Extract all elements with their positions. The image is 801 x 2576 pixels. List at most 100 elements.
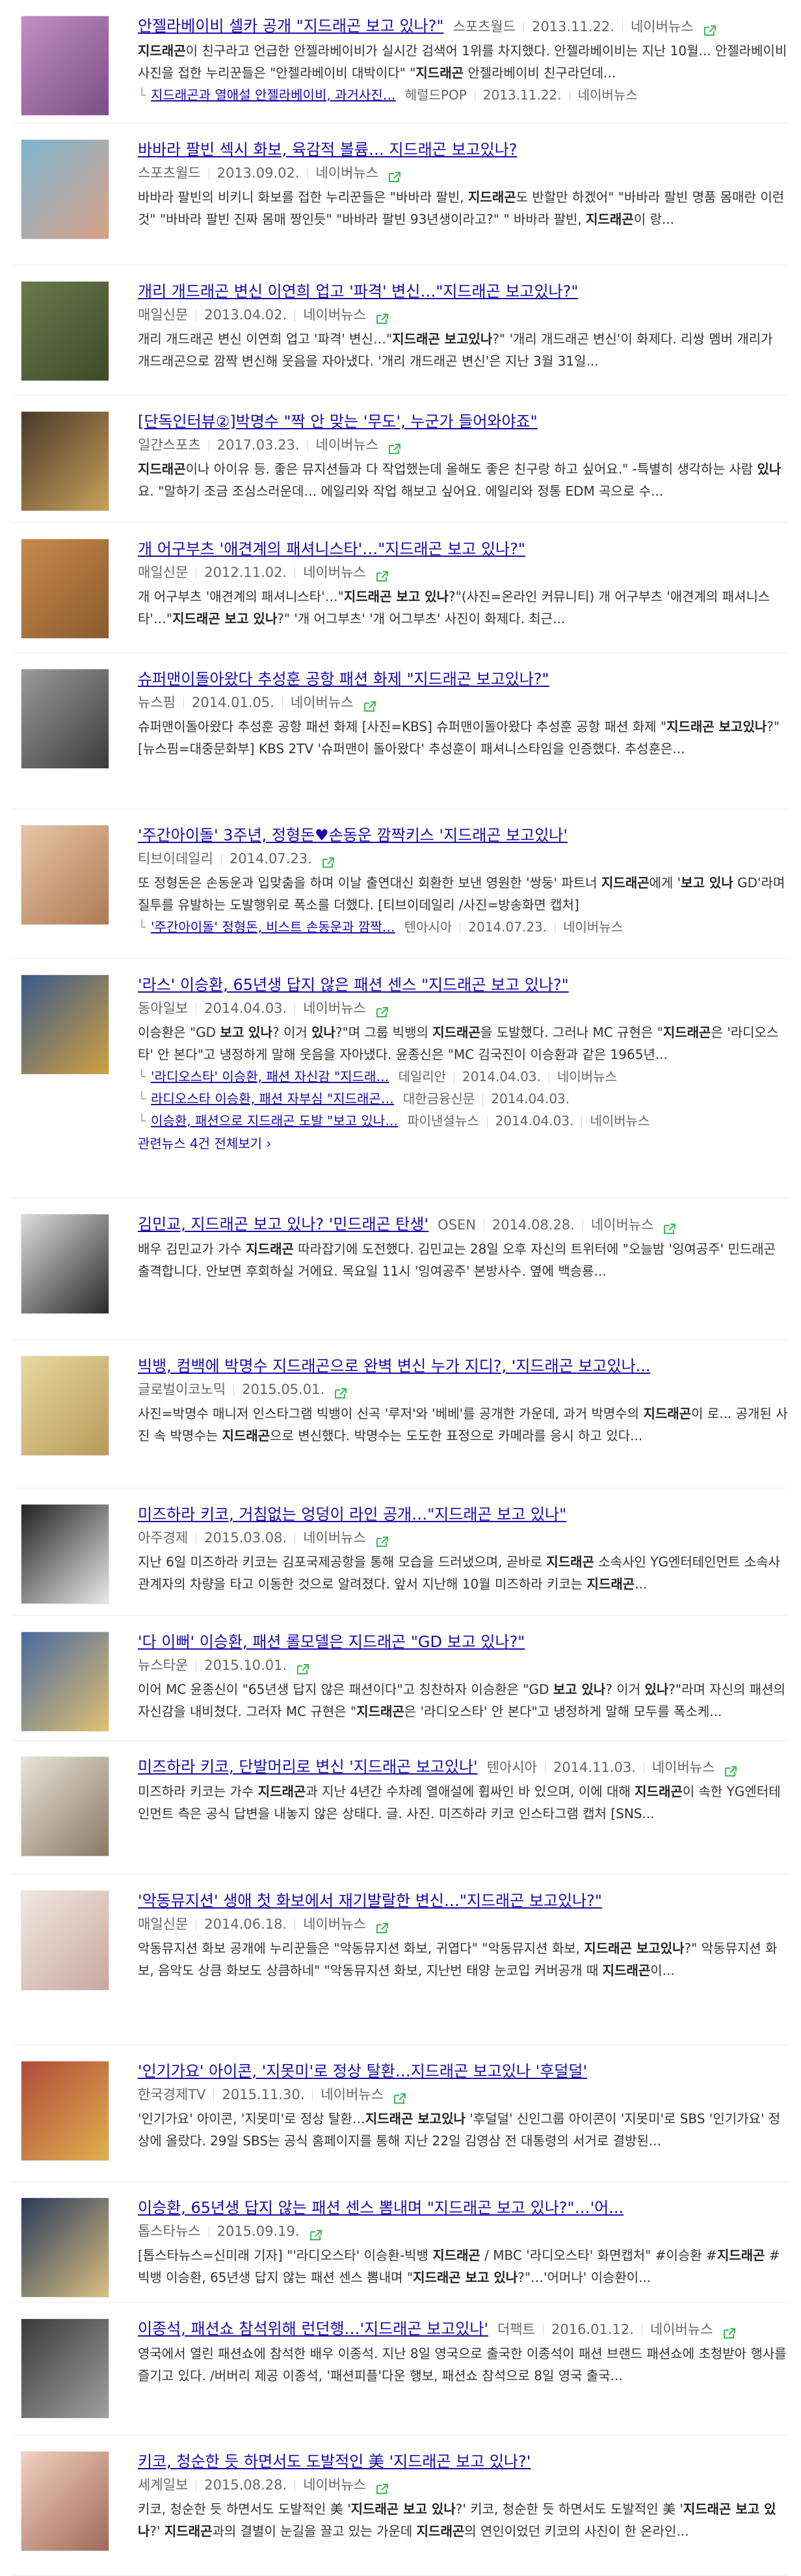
- meta-line: 한국경제TV 2015.11.30. 네이버뉴스: [138, 2083, 788, 2106]
- news-thumbnail[interactable]: [21, 1631, 109, 1732]
- title-line: '주간아이돌' 3주년, 정형돈♥손동운 깜짝키스 '지드래곤 보고있나': [138, 824, 788, 847]
- related-news-title[interactable]: '주간아이돌' 정형돈, 비스트 손동운과 깜짝…: [151, 919, 395, 935]
- naver-news-link[interactable]: 네이버뉴스: [303, 1000, 366, 1016]
- news-source: 매일신문: [138, 307, 189, 323]
- news-thumbnail[interactable]: [21, 2318, 109, 2419]
- news-title-link[interactable]: 개리 개드래곤 변신 이연희 업고 '파격' 변신…"지드래곤 보고있나?": [138, 282, 578, 301]
- news-thumbnail[interactable]: [21, 1214, 109, 1314]
- news-title-link[interactable]: '악동뮤지션' 생애 첫 화보에서 재기발랄한 변신…"지드래곤 보고있나?": [138, 1892, 602, 1910]
- external-link-icon[interactable]: [703, 20, 717, 36]
- naver-news-link[interactable]: 네이버뉴스: [321, 2087, 384, 2102]
- external-link-icon[interactable]: [663, 1218, 677, 1234]
- related-news-more-link[interactable]: 관련뉴스 4건 전체보기 ›: [138, 1132, 788, 1155]
- news-title-link[interactable]: 빅뱅, 컴백에 박명수 지드래곤으로 완벽 변신 누가 지디?, '지드래곤 보…: [138, 1357, 651, 1375]
- news-thumbnail[interactable]: [21, 669, 109, 769]
- news-date: 2013.04.02.: [204, 307, 287, 323]
- news-thumbnail[interactable]: [21, 16, 109, 116]
- news-thumbnail[interactable]: [21, 1890, 109, 1991]
- news-thumbnail[interactable]: [21, 974, 109, 1075]
- naver-news-link[interactable]: 네이버뉴스: [590, 1113, 650, 1129]
- news-title-link[interactable]: '라스' 이승환, 65년생 답지 않은 패션 센스 "지드래곤 보고 있나?": [138, 976, 569, 994]
- thumbnail-image: [21, 2452, 109, 2551]
- news-thumbnail[interactable]: [21, 1504, 109, 1604]
- news-snippet: 키코, 청순한 듯 하면서도 도발적인 美 '지드래곤 보고 있나?' 키코, …: [138, 2501, 776, 2539]
- news-item: '다 이뻐' 이승환, 패션 롤모델은 지드래곤 "GD 보고 있나?" 뉴스타운…: [0, 1616, 801, 1741]
- naver-news-link[interactable]: 네이버뉴스: [303, 2477, 366, 2493]
- news-snippet: 지난 6일 미즈하라 키코는 김포국제공항을 통해 모습을 드러냈으며, 곧바로…: [138, 1554, 780, 1592]
- external-link-icon[interactable]: [724, 1761, 738, 1777]
- news-content: 키코, 청순한 듯 하면서도 도발적인 美 '지드래곤 보고 있나?' 세계일보 2…: [138, 2450, 788, 2542]
- news-snippet: 미즈하라 키코는 가수 지드래곤과 지난 4년간 수차례 열애설에 휩싸인 바 …: [138, 1784, 781, 1821]
- news-thumbnail[interactable]: [21, 2197, 109, 2298]
- news-title-link[interactable]: '다 이뻐' 이승환, 패션 롤모델은 지드래곤 "GD 보고 있나?": [138, 1633, 525, 1651]
- naver-news-link[interactable]: 네이버뉴스: [631, 19, 694, 34]
- external-link-icon[interactable]: [375, 2479, 389, 2494]
- external-link-icon[interactable]: [722, 2323, 737, 2339]
- news-title-link[interactable]: 이승환, 65년생 답지 않는 패션 센스 뽐내며 "지드래곤 보고 있나?"……: [138, 2199, 624, 2217]
- news-thumbnail[interactable]: [21, 539, 109, 639]
- thumbnail-image: [21, 825, 109, 924]
- news-title-link[interactable]: 김민교, 지드래곤 보고 있나? '민드래곤 탄생': [138, 1215, 428, 1233]
- naver-news-link[interactable]: 네이버뉴스: [563, 919, 623, 935]
- naver-news-link[interactable]: 네이버뉴스: [578, 87, 638, 103]
- news-title-link[interactable]: 바바라 팔빈 섹시 화보, 육감적 볼륨… 지드래곤 보고있나?: [138, 141, 518, 159]
- external-link-icon[interactable]: [393, 2089, 407, 2104]
- external-link-icon[interactable]: [309, 2225, 323, 2240]
- naver-news-link[interactable]: 네이버뉴스: [303, 565, 366, 580]
- naver-news-link[interactable]: 네이버뉴스: [557, 1069, 617, 1084]
- news-title-link[interactable]: 이종석, 패션쇼 참석위해 런던행…'지드래곤 보고있나': [138, 2320, 488, 2338]
- external-link-icon[interactable]: [375, 567, 389, 582]
- news-thumbnail[interactable]: [21, 139, 109, 239]
- news-title-link[interactable]: 안젤라베이비 셀카 공개 "지드래곤 보고 있나?": [138, 17, 443, 35]
- naver-news-link[interactable]: 네이버뉴스: [650, 2322, 713, 2337]
- news-title-link[interactable]: 슈퍼맨이돌아왔다 추성훈 공항 패션 화제 "지드래곤 보고있나?": [138, 670, 549, 688]
- naver-news-link[interactable]: 네이버뉴스: [303, 1530, 366, 1546]
- naver-news-link[interactable]: 네이버뉴스: [316, 437, 379, 453]
- external-link-icon[interactable]: [334, 1384, 348, 1399]
- news-item: 이종석, 패션쇼 참석위해 런던행…'지드래곤 보고있나' 더팩트 2016.01.…: [0, 2303, 801, 2435]
- news-thumbnail[interactable]: [21, 1756, 109, 1857]
- naver-news-link[interactable]: 네이버뉴스: [291, 695, 354, 710]
- related-news-title[interactable]: 라디오스타 이승환, 패션 자부심 "지드래곤…: [151, 1091, 394, 1107]
- external-link-icon[interactable]: [375, 1918, 389, 1933]
- external-link-icon[interactable]: [375, 309, 389, 324]
- related-news-title[interactable]: 지드래곤과 열애설 안젤라베이비, 과거사진…: [151, 87, 396, 103]
- news-thumbnail[interactable]: [21, 2451, 109, 2551]
- naver-news-link[interactable]: 네이버뉴스: [303, 1916, 366, 1932]
- news-thumbnail[interactable]: [21, 1356, 109, 1456]
- related-news-title[interactable]: '라디오스타' 이승환, 패션 자신감 "지드래…: [151, 1069, 389, 1084]
- news-title-link[interactable]: [단독인터뷰②]박명수 "짝 안 맞는 '무도', 누군가 들어와야죠": [138, 412, 538, 431]
- news-title-link[interactable]: 개 어구부츠 '애견계의 패셔니스타'…"지드래곤 보고 있나?": [138, 540, 525, 558]
- external-link-icon[interactable]: [387, 167, 402, 182]
- thumbnail-image: [21, 2061, 109, 2160]
- title-line: 미즈하라 키코, 거침없는 엉덩이 라인 공개…"지드래곤 보고 있나": [138, 1503, 788, 1526]
- naver-news-link[interactable]: 네이버뉴스: [652, 1760, 715, 1775]
- news-content: 슈퍼맨이돌아왔다 추성훈 공항 패션 화제 "지드래곤 보고있나?" 뉴스핌 201…: [138, 667, 788, 760]
- related-news-title[interactable]: 이승환, 패션으로 지드래곤 도발 "보고 있나…: [151, 1113, 398, 1129]
- external-link-icon[interactable]: [363, 697, 377, 712]
- news-date: 2015.03.08.: [204, 1530, 287, 1546]
- news-thumbnail[interactable]: [21, 281, 109, 381]
- external-link-icon[interactable]: [375, 1532, 389, 1547]
- news-title-link[interactable]: '인기가요' 아이콘, '지못미'로 정상 탈환…지드래곤 보고있나 '후덜덜': [138, 2062, 587, 2080]
- thumbnail-image: [21, 2319, 109, 2418]
- news-title-link[interactable]: 미즈하라 키코, 단발머리로 변신 '지드래곤 보고있나': [138, 1758, 478, 1776]
- naver-news-link[interactable]: 네이버뉴스: [591, 1217, 654, 1233]
- news-title-link[interactable]: '주간아이돌' 3주년, 정형돈♥손동운 깜짝키스 '지드래곤 보고있나': [138, 826, 568, 844]
- naver-news-link[interactable]: 네이버뉴스: [303, 307, 366, 323]
- news-thumbnail[interactable]: [21, 825, 109, 925]
- news-thumbnail[interactable]: [21, 2061, 109, 2161]
- news-title-link[interactable]: 키코, 청순한 듯 하면서도 도발적인 美 '지드래곤 보고 있나?': [138, 2452, 531, 2471]
- news-thumbnail[interactable]: [21, 411, 109, 511]
- news-title-link[interactable]: 미즈하라 키코, 거침없는 엉덩이 라인 공개…"지드래곤 보고 있나": [138, 1505, 566, 1523]
- naver-news-link[interactable]: 네이버뉴스: [316, 165, 379, 181]
- news-item: 미즈하라 키코, 단발머리로 변신 '지드래곤 보고있나' 텐아시아 2014.11…: [0, 1741, 801, 1875]
- thumbnail-image: [21, 412, 109, 511]
- news-date: 2013.09.02.: [217, 165, 300, 181]
- external-link-icon[interactable]: [375, 1002, 389, 1017]
- external-link-icon[interactable]: [387, 439, 402, 454]
- news-date: 2014.04.03.: [204, 1000, 287, 1016]
- external-link-icon[interactable]: [296, 1659, 310, 1674]
- external-link-icon[interactable]: [321, 853, 335, 868]
- thumbnail-image: [21, 1757, 109, 1856]
